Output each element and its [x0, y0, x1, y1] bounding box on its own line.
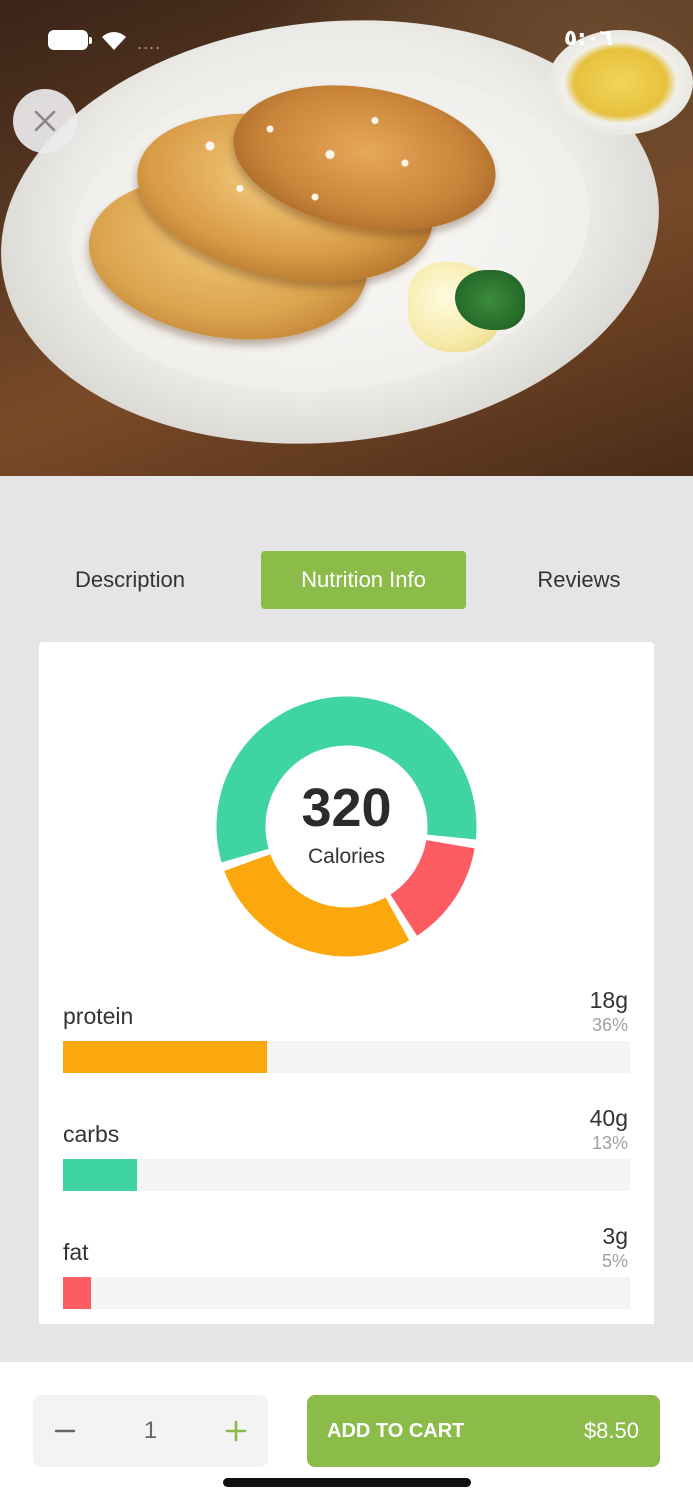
nutrient-bar-fill [63, 1159, 137, 1191]
nutrient-percent: 36% [591, 1015, 628, 1035]
close-icon [34, 110, 56, 132]
decrease-quantity-button[interactable] [33, 1395, 97, 1467]
status-time: ٥:٠٦ [563, 26, 613, 51]
add-to-cart-label: ADD TO CART [327, 1419, 465, 1442]
nutrient-bar-track [63, 1041, 630, 1073]
nutrient-amount: 40g [589, 1105, 628, 1131]
calories-value: 320 [301, 777, 392, 838]
tab-description[interactable]: Description [40, 551, 220, 609]
home-indicator [223, 1478, 471, 1487]
nutrient-percent: 13% [591, 1133, 628, 1153]
nutrient-bar-track [63, 1159, 630, 1191]
nutrient-name: fat [63, 1239, 89, 1265]
tab-reviews[interactable]: Reviews [500, 551, 658, 609]
nutrient-bar-track [63, 1277, 630, 1309]
nutrient-fat: fat 3g 5% [63, 1223, 630, 1313]
tab-nutrition-info[interactable]: Nutrition Info [261, 551, 466, 609]
quantity-value: 1 [143, 1417, 158, 1444]
quantity-stepper: 1 [33, 1395, 268, 1467]
signal-indicator: .... [137, 34, 162, 53]
price-label: $8.50 [583, 1418, 639, 1443]
nutrient-bar-fill [63, 1277, 92, 1309]
wifi-icon [102, 32, 126, 50]
nutrient-percent: 5% [601, 1251, 628, 1271]
nutrient-name: protein [63, 1003, 134, 1029]
status-bar: .... ٥:٠٦ [0, 0, 693, 80]
nutrient-bar-fill [63, 1041, 268, 1073]
battery-icon [48, 30, 92, 50]
calories-label: Calories [307, 844, 386, 868]
nutrient-protein: protein 18g 36% [63, 987, 630, 1077]
tab-bar: Description Nutrition Info Reviews [0, 551, 693, 609]
increase-quantity-button[interactable] [204, 1395, 268, 1467]
plus-icon [225, 1420, 247, 1442]
nutrition-card: 320 Calories protein 18g 36% carbs 40g 1… [39, 642, 654, 1324]
minus-icon [54, 1429, 76, 1433]
nutrient-carbs: carbs 40g 13% [63, 1105, 630, 1195]
nutrient-amount: 18g [589, 987, 628, 1013]
add-to-cart-button[interactable]: ADD TO CART $8.50 [307, 1395, 660, 1467]
nutrient-amount: 3g [602, 1223, 628, 1249]
calories-donut-chart: 320 Calories [214, 694, 479, 959]
nutrient-name: carbs [63, 1121, 120, 1147]
close-button[interactable] [13, 89, 77, 153]
